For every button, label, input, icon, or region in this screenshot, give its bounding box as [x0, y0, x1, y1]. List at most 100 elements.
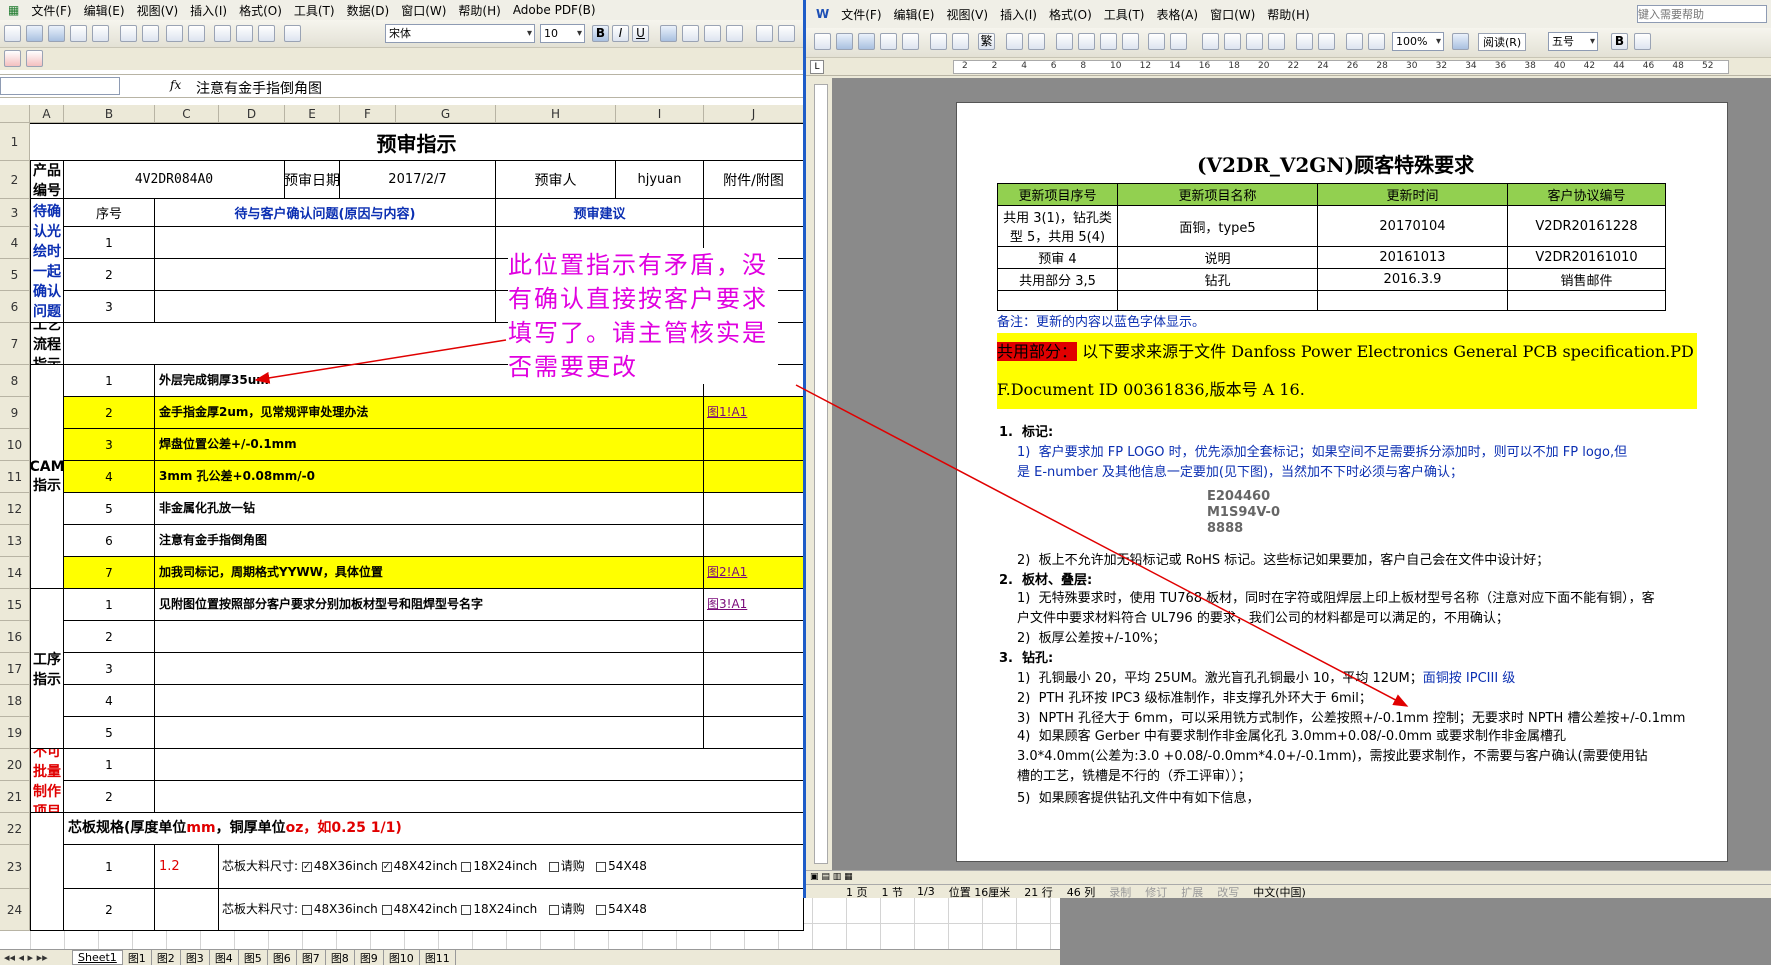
attach-cell[interactable]: [704, 429, 804, 461]
attach-cell[interactable]: [704, 621, 804, 653]
attach-cell[interactable]: [704, 653, 804, 685]
pending-cell[interactable]: [155, 259, 496, 291]
redo-icon[interactable]: [1170, 33, 1187, 50]
word-new-icon[interactable]: [814, 33, 831, 50]
currency-icon[interactable]: [756, 25, 773, 42]
help-search-input[interactable]: [1637, 5, 1767, 23]
row-header[interactable]: 10: [0, 429, 30, 461]
column-header[interactable]: H: [496, 105, 616, 123]
row-header[interactable]: 4: [0, 227, 30, 259]
tab-fig10[interactable]: 图10: [384, 950, 420, 965]
spelling-icon[interactable]: [166, 25, 183, 42]
tab-fig7[interactable]: 图7: [297, 950, 326, 965]
tables-borders-icon[interactable]: [1224, 33, 1241, 50]
research-icon[interactable]: [188, 25, 205, 42]
word-menu-view[interactable]: 视图(V): [940, 6, 994, 23]
row-header[interactable]: 23: [0, 845, 30, 889]
word-bold-button[interactable]: B: [1611, 33, 1628, 50]
attachment-link[interactable]: 图2!A1: [704, 557, 804, 589]
seq-cell[interactable]: 2: [64, 259, 155, 291]
zoom-select[interactable]: 100%: [1392, 32, 1444, 51]
word-open-icon[interactable]: [836, 33, 853, 50]
column-header[interactable]: I: [616, 105, 704, 123]
pdf-email-icon[interactable]: [26, 50, 43, 67]
word-menu-format[interactable]: 格式(O): [1043, 6, 1098, 23]
doc-map-icon[interactable]: [1346, 33, 1363, 50]
status-track[interactable]: 修订: [1145, 884, 1167, 899]
column-header[interactable]: A: [30, 105, 64, 123]
horizontal-ruler[interactable]: 2 2 4 6 8 10 12 14 16 18 20 22 24 26 28 30 32 34 36 38 40 42 4…: [953, 60, 1729, 74]
format-painter-icon[interactable]: [284, 25, 301, 42]
seq-cell[interactable]: 1: [64, 227, 155, 259]
word-format-painter-icon[interactable]: [1122, 33, 1139, 50]
excel-menu-window[interactable]: 窗口(W): [395, 2, 452, 19]
cam-seq[interactable]: 2: [64, 397, 155, 429]
row-header[interactable]: 16: [0, 621, 30, 653]
attach-cell[interactable]: [704, 461, 804, 493]
cam-item[interactable]: 注意有金手指倒角图: [155, 525, 704, 557]
step-item[interactable]: 见附图位置按照部分客户要求分别加板材型号和阻焊型号名字: [155, 589, 704, 621]
core-size-options[interactable]: 芯板大料尺寸: ✓ 48X36inch ✓ 48X42inch 18X24inch …: [219, 845, 804, 889]
attach-cell[interactable]: [704, 199, 804, 227]
word-permission-icon[interactable]: [880, 33, 897, 50]
sheet-title[interactable]: 预审指示: [30, 123, 804, 161]
print-preview-icon[interactable]: [142, 25, 159, 42]
print-icon[interactable]: [120, 25, 137, 42]
word-menu-table[interactable]: 表格(A): [1150, 6, 1204, 23]
word-spelling-icon[interactable]: [1006, 33, 1023, 50]
date-value[interactable]: 2017/2/7: [340, 161, 496, 199]
row-header[interactable]: 9: [0, 397, 30, 429]
pdf-convert-icon[interactable]: [4, 50, 21, 67]
nonbatch-seq[interactable]: 2: [64, 781, 155, 813]
show-hide-icon[interactable]: [1368, 33, 1385, 50]
insert-table-icon[interactable]: [1246, 33, 1263, 50]
excel-menu-view[interactable]: 视图(V): [131, 2, 185, 19]
cam-item[interactable]: 加我司标记，周期格式YYWW，具体位置: [155, 557, 704, 589]
column-header[interactable]: F: [340, 105, 396, 123]
column-header[interactable]: D: [219, 105, 285, 123]
percent-icon[interactable]: [778, 25, 795, 42]
tab-fig9[interactable]: 图9: [355, 950, 384, 965]
row-header[interactable]: 1: [0, 123, 30, 161]
core-seq[interactable]: 2: [64, 889, 155, 931]
word-save-icon[interactable]: [858, 33, 875, 50]
row-header[interactable]: 13: [0, 525, 30, 557]
core-seq[interactable]: 1: [64, 845, 155, 889]
undo-icon[interactable]: [1148, 33, 1165, 50]
drawing-icon[interactable]: [1318, 33, 1335, 50]
word-app-icon[interactable]: W: [810, 7, 835, 21]
attach-cell[interactable]: [704, 525, 804, 557]
word-email-icon[interactable]: [902, 33, 919, 50]
pending-cell[interactable]: [155, 291, 496, 323]
word-menu-help[interactable]: 帮助(H): [1261, 6, 1315, 23]
step-item[interactable]: [155, 685, 704, 717]
row-header[interactable]: 20: [0, 749, 30, 781]
tab-selector-icon[interactable]: L: [810, 60, 824, 74]
merge-center-icon[interactable]: [726, 25, 743, 42]
word-menu-file[interactable]: 文件(F): [835, 6, 887, 23]
cam-item[interactable]: 金手指金厚2um，见常规评审处理办法: [155, 397, 704, 429]
formula-value[interactable]: 注意有金手指倒角图: [196, 78, 322, 98]
product-value[interactable]: 4V2DR084A0: [64, 161, 285, 199]
tab-fig2[interactable]: 图2: [152, 950, 181, 965]
pending-section-label[interactable]: 待确认光绘时一起确认问题: [30, 199, 64, 323]
attach-cell[interactable]: [704, 493, 804, 525]
word-menu-insert[interactable]: 插入(I): [994, 6, 1043, 23]
align-right-icon[interactable]: [704, 25, 721, 42]
word-cut-icon[interactable]: [1056, 33, 1073, 50]
word-print-icon[interactable]: [930, 33, 947, 50]
word-copy-icon[interactable]: [1078, 33, 1095, 50]
cam-seq[interactable]: 6: [64, 525, 155, 557]
core-size-options[interactable]: 芯板大料尺寸: 48X36inch 48X42inch 18X24inch 请购…: [219, 889, 804, 931]
step-seq[interactable]: 3: [64, 653, 155, 685]
tab-fig1[interactable]: 图1: [123, 950, 152, 965]
date-label[interactable]: 预审日期: [285, 161, 340, 199]
cam-section-label[interactable]: CAM指示: [30, 365, 64, 589]
blank-cell[interactable]: [30, 813, 64, 931]
row-header[interactable]: 17: [0, 653, 30, 685]
align-left-icon[interactable]: [660, 25, 677, 42]
attachment-link[interactable]: 图3!A1: [704, 589, 804, 621]
email-icon[interactable]: [92, 25, 109, 42]
step-item[interactable]: [155, 653, 704, 685]
row-header[interactable]: 2: [0, 161, 30, 199]
